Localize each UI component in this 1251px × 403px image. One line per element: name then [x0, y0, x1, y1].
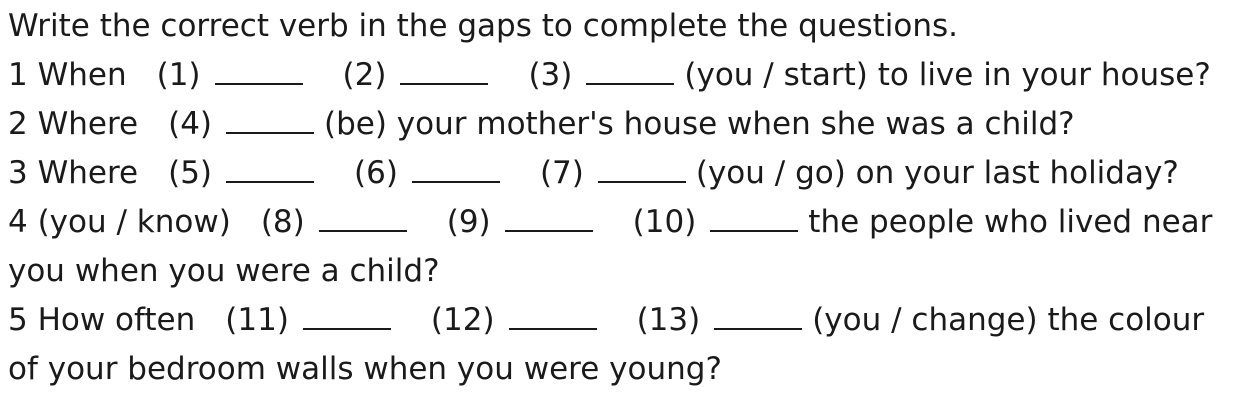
gap-number: (10)	[632, 204, 697, 240]
answer-blank[interactable]	[710, 204, 799, 232]
question-lead: 3 Where	[8, 155, 139, 191]
gap-number: (6)	[354, 155, 398, 191]
question-2: 2 Where (4) (be) your mother's house when …	[8, 100, 1251, 149]
question-lead: 1 When	[8, 57, 127, 93]
answer-blank[interactable]	[504, 204, 593, 232]
answer-blank[interactable]	[597, 155, 686, 183]
gap-number: (1)	[156, 57, 201, 93]
question-tail: (you / change) the colour	[812, 302, 1205, 338]
gap-number: (5)	[168, 155, 213, 191]
question-lead: 5 How often	[8, 302, 196, 338]
gap-number: (12)	[430, 302, 495, 338]
question-lead: 4 (you / know)	[8, 204, 231, 240]
question-5: 5 How often (11) (12) (13) (you / change) th…	[8, 296, 1251, 345]
answer-blank[interactable]	[400, 57, 489, 85]
gap-number: (9)	[446, 204, 491, 240]
gap-number: (4)	[168, 106, 213, 142]
answer-blank[interactable]	[214, 57, 303, 85]
question-tail: (you / start) to live in your house?	[684, 57, 1211, 93]
question-tail: (be) your mother's house when she was a …	[324, 106, 1075, 142]
question-tail: (you / go) on your last holiday?	[695, 155, 1179, 191]
gap-number: (11)	[225, 302, 289, 338]
gap-number: (8)	[260, 204, 305, 240]
question-tail: the people who lived near	[808, 204, 1213, 240]
question-4-continued: you when you were a child?	[8, 253, 440, 289]
answer-blank[interactable]	[318, 204, 407, 232]
answer-blank[interactable]	[226, 106, 315, 134]
question-4: 4 (you / know) (8) (9) (10) the people who l…	[8, 198, 1251, 247]
answer-blank[interactable]	[302, 302, 391, 330]
answer-blank[interactable]	[586, 57, 675, 85]
question-3: 3 Where (5) (6) (7) (you / go) on your last …	[8, 149, 1251, 198]
answer-blank[interactable]	[508, 302, 597, 330]
question-1: 1 When (1) (2) (3) (you / start) to live in …	[8, 51, 1251, 100]
gap-number: (3)	[528, 57, 573, 93]
answer-blank[interactable]	[411, 155, 500, 183]
answer-blank[interactable]	[714, 302, 803, 330]
question-5-continued: of your bedroom walls when you were youn…	[8, 351, 722, 387]
question-lead: 2 Where	[8, 106, 139, 142]
gap-number: (7)	[539, 155, 584, 191]
instruction: Write the correct verb in the gaps to co…	[8, 8, 959, 44]
worksheet: Write the correct verb in the gaps to co…	[0, 0, 1251, 403]
gap-number: (13)	[636, 302, 701, 338]
answer-blank[interactable]	[226, 155, 315, 183]
gap-number: (2)	[342, 57, 387, 93]
